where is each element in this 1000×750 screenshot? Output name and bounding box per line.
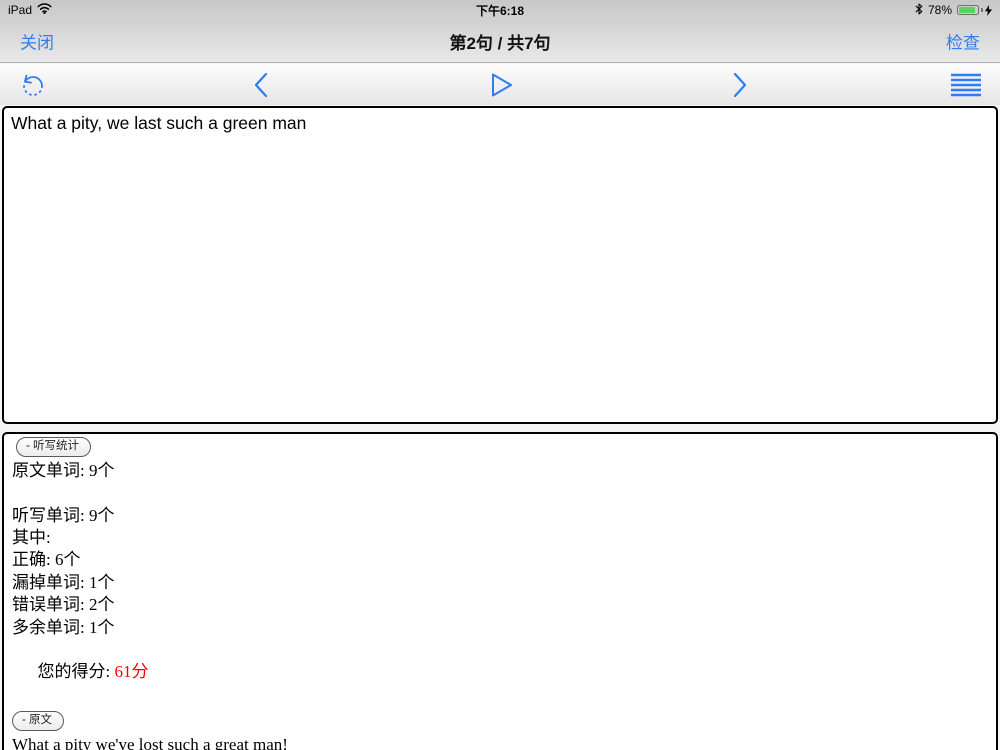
sentence-list-icon[interactable] [950, 72, 982, 98]
previous-sentence-icon[interactable] [253, 72, 269, 98]
stat-line [12, 482, 988, 504]
next-sentence-icon[interactable] [732, 72, 748, 98]
status-bar: iPad 下午6:18 78% [0, 0, 1000, 20]
dictation-text: What a pity, we last such a green man [11, 113, 307, 133]
sentence-progress-title: 第2句 / 共7句 [449, 33, 551, 53]
check-button[interactable]: 检查 [946, 29, 980, 54]
original-toggle-button[interactable]: - 原文 [12, 711, 65, 732]
dictation-text-area[interactable]: What a pity, we last such a green man [2, 106, 998, 424]
stats-list: 原文单词: 9个 听写单词: 9个 其中: 正确: 6个 漏掉单词: 1个 错误单词: … [12, 460, 988, 639]
nav-bar: 关闭 第2句 / 共7句 检查 [0, 20, 1000, 63]
playback-toolbar [0, 64, 1000, 105]
stat-line: 原文单词: 9个 [12, 460, 115, 480]
result-panel: - 听写统计 原文单词: 9个 听写单词: 9个 其中: 正确: 6个 漏掉单词: 1… [2, 432, 998, 750]
replay-icon[interactable] [19, 71, 47, 99]
stat-line: 漏掉单词: 1个 [12, 572, 115, 592]
play-icon[interactable] [490, 72, 514, 98]
status-time: 下午6:18 [475, 3, 525, 18]
stat-line: 多余单词: 1个 [12, 617, 115, 637]
original-sentence: What a pity we've lost such a great man! [12, 735, 288, 750]
score-value: 61分 [114, 662, 149, 682]
stat-line: 听写单词: 9个 [12, 505, 115, 525]
stats-toggle-button[interactable]: - 听写统计 [16, 437, 92, 457]
app-screen: iPad 下午6:18 78% 关闭 第2句 / 共7句 检查 What a p… [0, 0, 1000, 750]
score-label: 您的得分: [37, 662, 115, 682]
stat-line: 错误单词: 2个 [12, 595, 115, 615]
score-line: 您的得分: 61分 [12, 639, 988, 706]
stat-line: 正确: 6个 [12, 550, 81, 570]
stat-line: 其中: [12, 528, 51, 548]
